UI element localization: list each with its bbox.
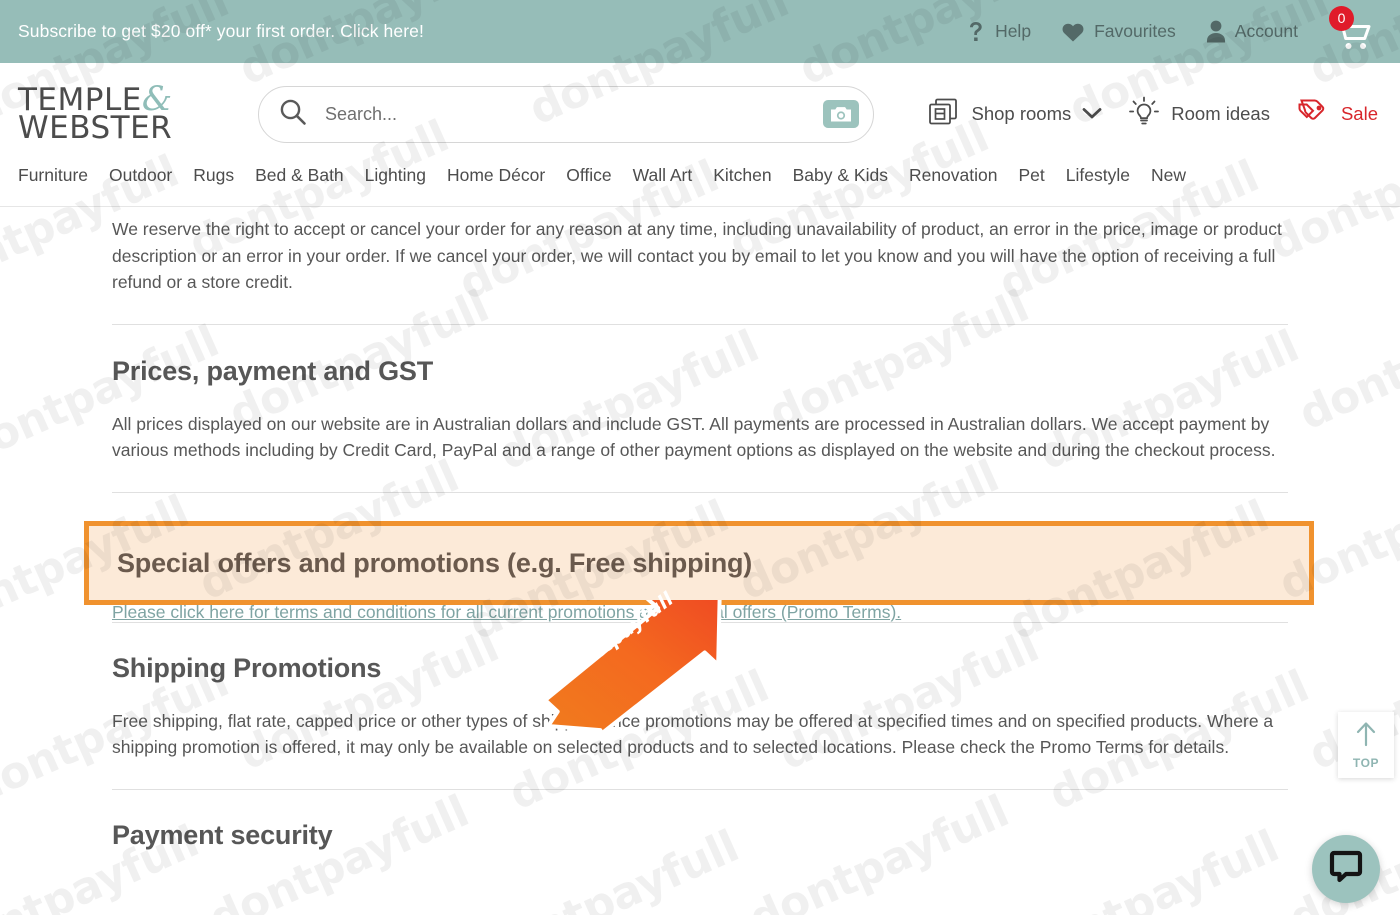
nav-item-baby-and-kids[interactable]: Baby & Kids xyxy=(793,165,888,186)
scroll-to-top-label: TOP xyxy=(1352,756,1380,770)
chevron-down-icon xyxy=(1082,103,1102,125)
arrow-up-icon xyxy=(1354,720,1378,753)
help-link[interactable]: Help xyxy=(966,20,1031,44)
nav-item-new[interactable]: New xyxy=(1151,165,1186,186)
room-cards-icon xyxy=(927,97,961,132)
sale-link[interactable]: Sale xyxy=(1296,98,1378,131)
nav-item-wall-art[interactable]: Wall Art xyxy=(633,165,693,186)
favourites-label: Favourites xyxy=(1094,21,1176,41)
nav-item-lifestyle[interactable]: Lifestyle xyxy=(1066,165,1130,186)
sale-tag-icon xyxy=(1296,98,1332,131)
cart-button[interactable]: 0 xyxy=(1329,5,1378,52)
scroll-to-top-button[interactable]: TOP xyxy=(1338,712,1394,778)
nav-item-renovation[interactable]: Renovation xyxy=(909,165,998,186)
top-announcement-bar: Subscribe to get $20 off* your first ord… xyxy=(0,0,1400,63)
paragraph-cancel-order: We reserve the right to accept or cancel… xyxy=(112,219,1282,292)
lightbulb-icon xyxy=(1128,96,1160,133)
room-ideas-label: Room ideas xyxy=(1171,103,1270,124)
promo-terms-link[interactable]: Please click here for terms and conditio… xyxy=(112,602,901,623)
help-label: Help xyxy=(995,21,1032,41)
header-utility-links: Shop rooms Room ideas Sale xyxy=(927,96,1383,133)
shop-rooms-menu[interactable]: Shop rooms xyxy=(927,97,1103,132)
search-input[interactable] xyxy=(325,103,823,125)
paragraph-shipping: Free shipping, flat rate, capped price o… xyxy=(112,710,1274,758)
visual-search-camera-button[interactable] xyxy=(823,100,859,128)
account-link[interactable]: Account xyxy=(1206,20,1298,43)
logo-line-2: WEBSTER xyxy=(18,110,173,147)
sale-label: Sale xyxy=(1340,103,1378,124)
divider-4 xyxy=(112,788,1288,790)
search-icon xyxy=(279,98,307,131)
live-chat-button[interactable] xyxy=(1312,835,1380,903)
nav-item-kitchen[interactable]: Kitchen xyxy=(713,165,771,186)
nav-item-furniture[interactable]: Furniture xyxy=(18,165,88,186)
favourites-link[interactable]: Favourites xyxy=(1061,21,1176,43)
shop-rooms-label: Shop rooms xyxy=(971,103,1072,124)
room-ideas-link[interactable]: Room ideas xyxy=(1128,96,1270,133)
heading-prices-payment-gst: Prices, payment and GST xyxy=(112,355,434,386)
site-logo[interactable]: TEMPLE& WEBSTER xyxy=(18,82,226,147)
heading-special-offers: Special offers and promotions (e.g. Free… xyxy=(117,547,753,578)
chat-bubble-icon xyxy=(1329,850,1363,889)
page-root: Subscribe to get $20 off* your first ord… xyxy=(0,0,1400,915)
account-label: Account xyxy=(1234,21,1298,41)
search-bar[interactable] xyxy=(258,85,874,143)
site-header: TEMPLE& WEBSTER Search... Shop rooms Roo… xyxy=(0,63,1400,165)
nav-item-pet[interactable]: Pet xyxy=(1019,165,1045,186)
heading-shipping-promotions: Shipping Promotions xyxy=(112,652,382,683)
person-icon xyxy=(1206,20,1226,43)
cart-count-badge: 0 xyxy=(1329,5,1354,31)
heading-payment-security: Payment security xyxy=(112,819,333,850)
nav-item-office[interactable]: Office xyxy=(566,165,611,186)
subscribe-promo-link[interactable]: Subscribe to get $20 off* your first ord… xyxy=(18,21,424,42)
nav-item-home-decor[interactable]: Home Décor xyxy=(447,165,545,186)
primary-nav: Furniture Outdoor Rugs Bed & Bath Lighti… xyxy=(0,165,1400,207)
topbar-utility-nav: Help Favourites Account 0 xyxy=(966,5,1378,52)
nav-item-lighting[interactable]: Lighting xyxy=(365,165,426,186)
paragraph-prices: All prices displayed on our website are … xyxy=(112,413,1276,461)
nav-item-bed-and-bath[interactable]: Bed & Bath xyxy=(255,165,344,186)
divider-1 xyxy=(112,323,1288,325)
question-mark-icon xyxy=(966,20,986,44)
special-offers-highlight-box: Special offers and promotions (e.g. Free… xyxy=(84,521,1314,605)
nav-item-rugs[interactable]: Rugs xyxy=(193,165,234,186)
heart-icon xyxy=(1061,21,1085,43)
nav-item-outdoor[interactable]: Outdoor xyxy=(109,165,172,186)
